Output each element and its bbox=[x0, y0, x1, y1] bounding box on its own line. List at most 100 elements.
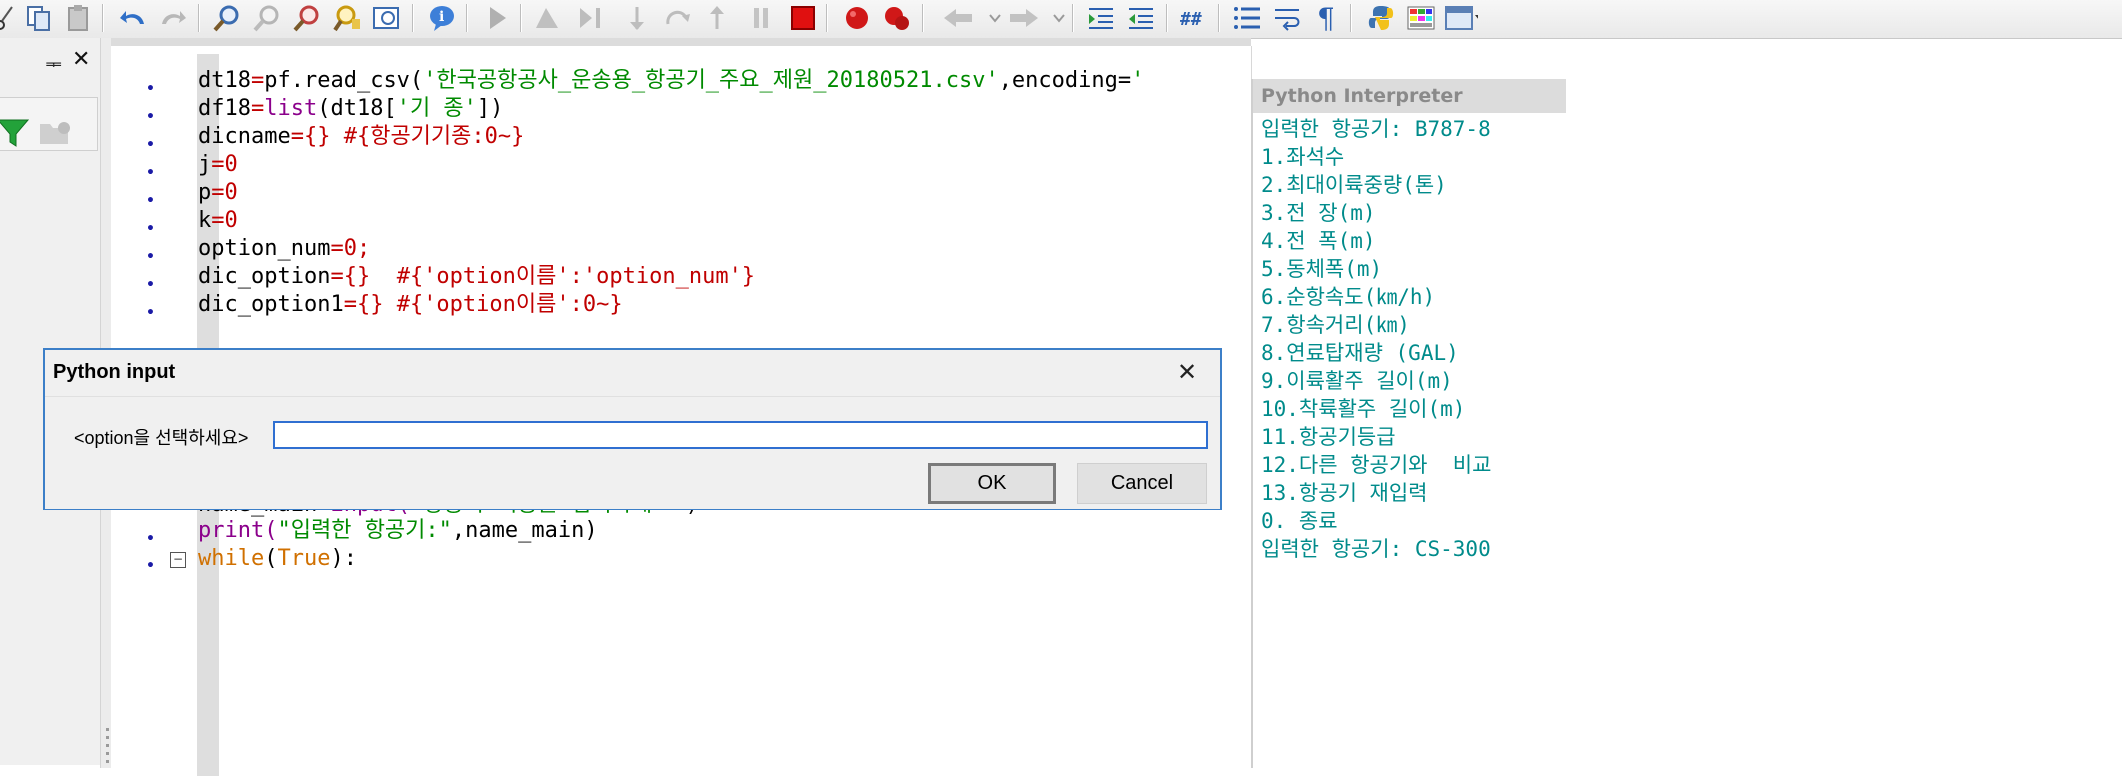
undo-icon[interactable] bbox=[116, 2, 150, 34]
dialog-input-field[interactable] bbox=[273, 421, 1208, 449]
image-browser-icon[interactable] bbox=[370, 2, 404, 34]
code-token: ' bbox=[1131, 68, 1145, 93]
code-token: ,name_main) bbox=[451, 518, 598, 543]
close-panel-icon[interactable]: ✕ bbox=[72, 47, 90, 72]
code-token: j bbox=[198, 152, 212, 177]
pin-icon[interactable]: ᆍ bbox=[45, 51, 62, 77]
code-token: ={} bbox=[290, 124, 331, 149]
code-token: dt18 bbox=[198, 68, 251, 93]
breakpoint-icon[interactable] bbox=[840, 2, 874, 34]
python-icon[interactable] bbox=[1364, 2, 1398, 34]
dialog-close-button[interactable]: ✕ bbox=[1157, 350, 1217, 394]
step-over-icon[interactable] bbox=[620, 2, 654, 34]
code-token: #{'option이름':'option_num'} bbox=[370, 264, 756, 289]
cancel-button[interactable]: Cancel bbox=[1077, 463, 1207, 504]
interpreter-top-strip bbox=[1251, 46, 1565, 79]
bullets-icon[interactable] bbox=[1230, 2, 1264, 34]
code-token: option_num bbox=[198, 236, 331, 261]
code-token: k bbox=[198, 208, 212, 233]
code-line[interactable]: while(True): bbox=[198, 545, 357, 583]
layout-icon[interactable] bbox=[1444, 2, 1478, 34]
interpreter-title: Python Interpreter bbox=[1253, 79, 1566, 113]
run-icon[interactable] bbox=[480, 2, 514, 34]
close-icon: ✕ bbox=[1176, 358, 1198, 386]
dedent-icon[interactable] bbox=[1124, 2, 1158, 34]
code-token: '한국공항공사_운송용_항공기_주요_제원_20180521.csv' bbox=[423, 68, 999, 93]
folder-settings-icon[interactable] bbox=[38, 116, 74, 154]
line-marker-icon: • bbox=[146, 558, 155, 574]
stop-icon[interactable] bbox=[786, 2, 820, 34]
dialog-prompt-label: <option을 선택하세요> bbox=[74, 428, 249, 448]
line-marker-icon: • bbox=[146, 531, 155, 547]
code-token: True bbox=[277, 546, 331, 571]
output-line: 입력한 항공기: CS-300 bbox=[1261, 537, 1491, 561]
svg-text:¶: ¶ bbox=[1317, 3, 1335, 33]
step-out-icon[interactable] bbox=[660, 2, 694, 34]
color-grid-icon[interactable] bbox=[1404, 2, 1438, 34]
wrap-icon[interactable] bbox=[1270, 2, 1304, 34]
code-token: ]) bbox=[476, 96, 504, 121]
code-token: while bbox=[198, 546, 265, 571]
filter-icon[interactable] bbox=[0, 116, 32, 154]
line-marker-icon: • bbox=[146, 165, 155, 181]
code-token: ( bbox=[264, 546, 278, 571]
find-next-icon[interactable] bbox=[250, 2, 284, 34]
code-token: =0 bbox=[211, 208, 238, 233]
code-token: ={} bbox=[343, 292, 384, 317]
back-icon[interactable] bbox=[942, 2, 976, 34]
line-marker-icon: • bbox=[146, 137, 155, 153]
code-token: print( bbox=[198, 518, 278, 543]
dialog-body: <option을 선택하세요> OK Cancel bbox=[45, 396, 1220, 509]
code-token: df18 bbox=[198, 96, 251, 121]
forward-dropdown-icon[interactable] bbox=[1042, 2, 1076, 34]
line-marker-icon: • bbox=[146, 249, 155, 265]
code-token: (dt18[ bbox=[317, 96, 397, 121]
code-token: =0 bbox=[211, 152, 238, 177]
code-token: =0; bbox=[330, 236, 371, 261]
code-token: dicname bbox=[198, 124, 291, 149]
indent-icon[interactable] bbox=[1084, 2, 1118, 34]
copy-icon[interactable] bbox=[22, 2, 56, 34]
info-icon[interactable]: i bbox=[426, 2, 460, 34]
step-icon[interactable] bbox=[574, 2, 608, 34]
line-marker-icon: • bbox=[146, 81, 155, 97]
dialog-titlebar[interactable]: Python input ✕ bbox=[45, 350, 1220, 394]
find-replace-icon[interactable] bbox=[290, 2, 324, 34]
paste-icon[interactable] bbox=[62, 2, 96, 34]
pilcrow-icon[interactable]: ¶ bbox=[1310, 2, 1344, 34]
code-token: dic_option1 bbox=[198, 292, 344, 317]
code-token: p bbox=[198, 180, 212, 205]
redo-icon[interactable] bbox=[156, 2, 190, 34]
line-marker-icon: • bbox=[146, 305, 155, 321]
code-token: ={} bbox=[330, 264, 371, 289]
python-interpreter-panel[interactable]: Python Interpreter 입력한 항공기: B787-8 1.좌석수 2… bbox=[1251, 79, 1566, 768]
code-token: = bbox=[250, 68, 265, 93]
pause-icon[interactable] bbox=[744, 2, 778, 34]
cut-icon[interactable] bbox=[0, 2, 22, 34]
code-token: #{항공기기종:0~} bbox=[330, 124, 525, 149]
svg-text:i: i bbox=[439, 9, 444, 25]
code-token: dic_option bbox=[198, 264, 331, 289]
line-marker-icon: • bbox=[146, 193, 155, 209]
svg-text:##: ## bbox=[1180, 9, 1202, 30]
code-token: '기 종' bbox=[396, 96, 477, 121]
dialog-title: Python input bbox=[53, 361, 176, 383]
find-in-files-icon[interactable] bbox=[330, 2, 364, 34]
code-line[interactable]: dicname={} #{항공기기종:0~} bbox=[198, 123, 524, 161]
debug-icon[interactable] bbox=[530, 2, 564, 34]
toolbar: i ## ¶ bbox=[0, 0, 2122, 39]
filter-toolbar bbox=[0, 97, 98, 151]
clear-breakpoints-icon[interactable] bbox=[880, 2, 914, 34]
ok-button[interactable]: OK bbox=[928, 463, 1056, 504]
forward-icon[interactable] bbox=[1006, 2, 1040, 34]
code-token: #{'option이름':0~} bbox=[383, 292, 623, 317]
code-line[interactable]: dic_option1={} #{'option이름':0~} bbox=[198, 291, 623, 329]
code-token: =0 bbox=[211, 180, 238, 205]
code-token: ): bbox=[330, 546, 357, 571]
fold-toggle-icon[interactable]: − bbox=[170, 552, 186, 568]
pause-up-icon[interactable] bbox=[700, 2, 734, 34]
code-token: ,encoding= bbox=[998, 68, 1132, 93]
comment-icon[interactable]: ## bbox=[1178, 2, 1212, 34]
find-icon[interactable] bbox=[210, 2, 244, 34]
code-token: pf.read_csv( bbox=[264, 68, 424, 93]
